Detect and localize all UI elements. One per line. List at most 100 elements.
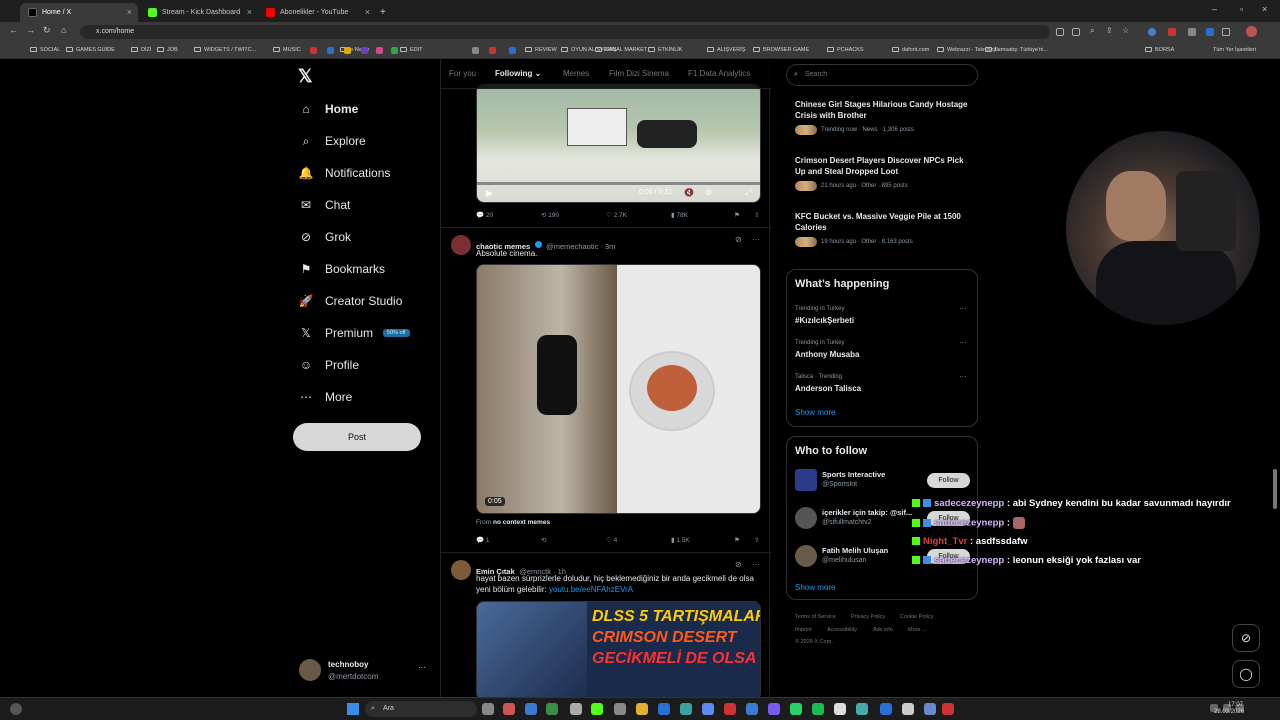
taskbar-app-icon[interactable]: [724, 703, 736, 715]
start-icon[interactable]: [347, 703, 359, 715]
bookmark-favicon-icon[interactable]: [472, 47, 479, 54]
footer-link[interactable]: Privacy Policy: [851, 614, 885, 620]
grok-icon[interactable]: ⊘: [735, 235, 742, 244]
reply-button[interactable]: 💬 1: [476, 536, 490, 544]
bookmark-favicon-icon[interactable]: [344, 47, 351, 54]
footer-link[interactable]: Imprint: [795, 627, 812, 633]
video-player[interactable]: ▶ 0:00 / 0:31 🔇 ⚙ ⤢: [476, 83, 761, 203]
bookmark-button[interactable]: ⚑: [734, 536, 740, 544]
bookmark-favicon-icon[interactable]: [376, 47, 383, 54]
bookmark-item[interactable]: BORSA: [1145, 45, 1174, 56]
bookmark-button[interactable]: ⚑: [734, 211, 740, 219]
sidebar-item-premium[interactable]: 𝕏 Premium 50% off: [299, 323, 410, 343]
taskbar-search[interactable]: ⌕ Ara: [365, 701, 477, 717]
taskbar-app-icon[interactable]: [546, 703, 558, 715]
bookmark-favicon-icon[interactable]: [327, 47, 334, 54]
tab-youtube[interactable]: Abonelikler - YouTube ×: [258, 3, 376, 22]
taskbar-app-icon[interactable]: [880, 703, 892, 715]
star-icon[interactable]: ☆: [1122, 26, 1129, 35]
tweet-link[interactable]: youtu.be/eeNFAhzEVrA: [549, 585, 633, 594]
tweet-video[interactable]: 0:05: [476, 264, 761, 514]
more-icon[interactable]: ···: [752, 235, 760, 244]
extension-icon[interactable]: [1148, 28, 1156, 36]
taskbar-app-icon[interactable]: [614, 703, 626, 715]
taskbar-app-icon[interactable]: [924, 703, 936, 715]
follow-avatar[interactable]: [795, 545, 817, 567]
forward-icon[interactable]: →: [26, 25, 35, 35]
account-avatar[interactable]: [299, 659, 321, 681]
bookmark-item[interactable]: BROWSER GAME: [753, 45, 809, 56]
tab-f1[interactable]: F1 Data Analytics: [688, 69, 750, 78]
more-icon[interactable]: ···: [959, 304, 967, 313]
extension-icon[interactable]: [1168, 28, 1176, 36]
reload-icon[interactable]: ↻: [43, 25, 51, 36]
taskbar-app-icon[interactable]: [834, 703, 846, 715]
like-button[interactable]: ♡ 4: [606, 536, 617, 544]
close-icon[interactable]: ×: [127, 3, 132, 22]
bookmark-favicon-icon[interactable]: [361, 47, 368, 54]
bookmark-item[interactable]: MUSIC: [273, 45, 301, 56]
more-icon[interactable]: ···: [959, 338, 967, 347]
sidebar-item-profile[interactable]: ☺ Profile: [299, 355, 359, 375]
close-icon[interactable]: ×: [365, 3, 370, 22]
translate-icon[interactable]: [1056, 28, 1064, 36]
grok-fab-icon[interactable]: ⊘: [1232, 624, 1260, 652]
minimize-icon[interactable]: –: [1212, 4, 1217, 14]
show-more-link[interactable]: Show more: [795, 583, 835, 592]
grok-icon[interactable]: ⊘: [735, 560, 742, 569]
more-icon[interactable]: ···: [959, 372, 967, 381]
bookmark-item[interactable]: PCHACKS: [827, 45, 864, 56]
follow-avatar[interactable]: [795, 507, 817, 529]
account-menu-icon[interactable]: ···: [418, 663, 426, 672]
bookmark-item[interactable]: SANAL MARKET: [595, 45, 647, 56]
follow-avatar[interactable]: [795, 469, 817, 491]
like-button[interactable]: ♡ 2.7K: [606, 211, 627, 219]
sidebar-item-explore[interactable]: ⌕ Explore: [299, 131, 366, 151]
views-button[interactable]: ▮ 78K: [671, 211, 688, 219]
bookmark-item[interactable]: İlemsatış: Türkiye'ni...: [985, 45, 1048, 56]
settings-icon[interactable]: ⚙: [705, 188, 712, 197]
bookmark-item[interactable]: SOCIAL: [30, 45, 60, 56]
bookmark-item[interactable]: ETKİNLİK: [648, 45, 682, 56]
taskbar-app-icon[interactable]: [768, 703, 780, 715]
taskbar-app-icon[interactable]: [902, 703, 914, 715]
trend-title[interactable]: Anderson Talisca: [795, 383, 861, 394]
back-icon[interactable]: ←: [9, 25, 18, 35]
bookmark-item[interactable]: GAMES GUIDE: [66, 45, 115, 56]
all-bookmarks[interactable]: Tüm Yer İşaretleri: [1213, 45, 1256, 56]
repost-button[interactable]: ⟲: [541, 536, 546, 544]
follow-name[interactable]: içerikler için takip: @sif...: [822, 508, 922, 517]
taskbar-app-icon[interactable]: [812, 703, 824, 715]
chat-fab-icon[interactable]: ◯: [1232, 660, 1260, 688]
footer-link[interactable]: Ads info: [873, 627, 893, 633]
bookmark-item[interactable]: REVIEW: [525, 45, 557, 56]
extension-icon[interactable]: [1206, 28, 1214, 36]
taskbar-app-icon[interactable]: [746, 703, 758, 715]
share-button[interactable]: ⇧: [754, 536, 759, 544]
share-icon[interactable]: ⇪: [1106, 26, 1113, 35]
repost-button[interactable]: ⟲ 190: [541, 211, 559, 219]
tab-memes[interactable]: Memes: [563, 69, 589, 78]
taskbar-app-icon[interactable]: [591, 703, 603, 715]
new-tab-button[interactable]: +: [376, 3, 394, 22]
bookmark-favicon-icon[interactable]: [391, 47, 398, 54]
scrollbar[interactable]: [1273, 469, 1277, 509]
news-title[interactable]: Crimson Desert Players Discover NPCs Pic…: [795, 155, 975, 177]
bookmark-favicon-icon[interactable]: [310, 47, 317, 54]
weather-icon[interactable]: [10, 703, 22, 715]
taskbar-app-icon[interactable]: [525, 703, 537, 715]
from-source[interactable]: no context memes: [493, 519, 550, 526]
footer-link[interactable]: Terms of Service: [795, 614, 836, 620]
taskbar-app-icon[interactable]: [680, 703, 692, 715]
show-more-link[interactable]: Show more: [795, 408, 835, 417]
sidebar-item-notifications[interactable]: 🔔 Notifications: [299, 163, 391, 183]
tab-for-you[interactable]: For you: [449, 69, 476, 78]
sidebar-item-chat[interactable]: ✉ Chat: [299, 195, 350, 215]
sidebar-item-creator-studio[interactable]: 🚀 Creator Studio: [299, 291, 403, 311]
zoom-icon[interactable]: ⌕: [1090, 26, 1094, 36]
sidebar-item-home[interactable]: ⌂ Home: [299, 99, 358, 119]
news-title[interactable]: Chinese Girl Stages Hilarious Candy Host…: [795, 99, 975, 121]
video-progress-bar[interactable]: [477, 182, 760, 185]
maximize-icon[interactable]: ▫: [1240, 4, 1243, 14]
tab-home-x[interactable]: Home / X ×: [20, 3, 138, 22]
